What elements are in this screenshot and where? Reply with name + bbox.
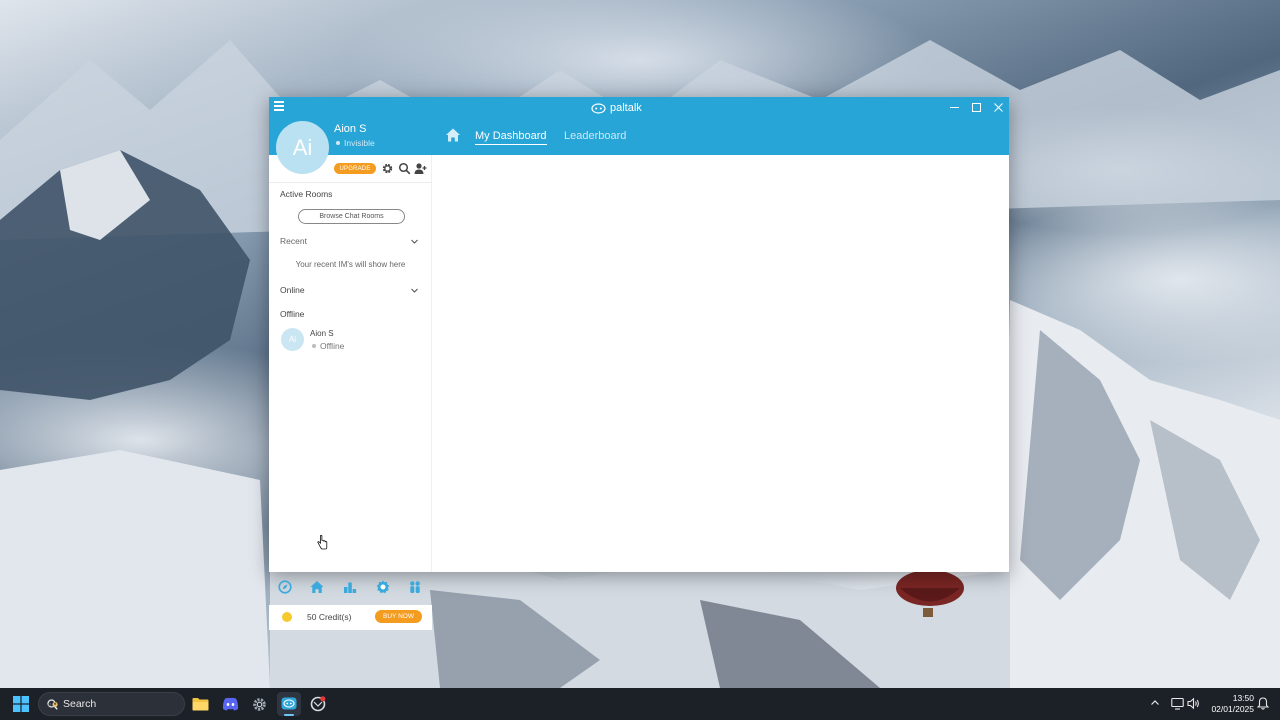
gear-icon[interactable] <box>381 162 394 175</box>
leaderboard-icon[interactable] <box>343 580 357 594</box>
user-status-label: Invisible <box>344 138 375 148</box>
hamburger-menu-icon[interactable] <box>274 101 284 111</box>
recent-section-title[interactable]: Recent <box>280 236 307 246</box>
paltalk-icon <box>281 697 297 710</box>
credits-bar: 50 Credit(s) BUY NOW <box>269 605 432 630</box>
upgrade-button[interactable]: UPGRADE <box>334 163 376 174</box>
chevron-down-icon[interactable] <box>410 286 419 295</box>
sidebar: UPGRADE Active Rooms Browse Chat Rooms R… <box>269 155 432 630</box>
dashboard-content-area <box>432 155 1009 572</box>
discord-button[interactable] <box>218 692 242 716</box>
contact-status-label: Offline <box>320 341 345 351</box>
minimize-button[interactable] <box>944 99 964 115</box>
home-icon[interactable] <box>310 580 324 594</box>
chevron-up-icon[interactable] <box>1150 698 1160 708</box>
title-bar: paltalk Ai Aion S Invisible My Dashboard… <box>269 97 1009 174</box>
tab-leaderboard[interactable]: Leaderboard <box>564 130 626 142</box>
clock-time: 13:50 <box>1232 693 1254 703</box>
volume-icon[interactable] <box>1187 697 1200 710</box>
taskbar-clock[interactable]: 13:50 02/01/2025 <box>1206 693 1254 715</box>
mouse-cursor-icon <box>317 535 328 550</box>
tab-my-dashboard[interactable]: My Dashboard <box>475 130 547 145</box>
user-avatar[interactable]: Ai <box>276 121 329 174</box>
active-rooms-title: Active Rooms <box>280 189 333 199</box>
file-explorer-button[interactable] <box>188 692 212 716</box>
browse-chat-rooms-button[interactable]: Browse Chat Rooms <box>298 209 405 224</box>
badge-icon[interactable] <box>376 580 390 594</box>
status-dot-icon <box>312 344 316 348</box>
notification-bell-icon[interactable] <box>1257 697 1269 710</box>
search-icon[interactable] <box>398 162 411 175</box>
windows-start-icon[interactable] <box>13 696 29 712</box>
app-logo: paltalk <box>591 102 642 114</box>
search-highlight-icon <box>47 701 58 708</box>
paltalk-window: paltalk Ai Aion S Invisible My Dashboard… <box>269 97 1009 630</box>
browser-button[interactable] <box>306 692 330 716</box>
network-icon[interactable] <box>1171 697 1184 710</box>
contact-status: Offline <box>312 341 344 351</box>
status-dot-icon <box>336 141 340 145</box>
user-status[interactable]: Invisible <box>336 138 375 148</box>
paltalk-logo-icon <box>591 102 606 114</box>
bottom-nav <box>269 573 432 597</box>
contact-avatar: Ai <box>281 328 304 351</box>
taskbar: Search 13:50 02/01/2025 <box>0 688 1280 720</box>
maximize-icon <box>971 102 981 112</box>
compass-icon[interactable] <box>278 580 292 594</box>
user-name: Aion S <box>334 123 367 135</box>
sidebar-divider <box>269 182 432 183</box>
coin-icon <box>282 612 292 622</box>
credits-count: 50 Credit(s) <box>307 612 352 622</box>
maximize-button[interactable] <box>966 99 986 115</box>
home-icon[interactable] <box>445 127 461 143</box>
taskbar-search-placeholder: Search <box>63 698 97 710</box>
paltalk-taskbar-button[interactable] <box>277 692 301 716</box>
close-icon <box>993 102 1003 112</box>
contact-name: Aion S <box>310 329 334 338</box>
recent-empty-message: Your recent IM's will show here <box>295 260 406 269</box>
browser-icon <box>310 696 326 712</box>
online-section-title[interactable]: Online <box>280 285 305 295</box>
settings-button[interactable] <box>247 692 271 716</box>
minimize-icon <box>949 106 959 108</box>
close-button[interactable] <box>988 99 1008 115</box>
add-user-icon[interactable] <box>414 162 427 175</box>
contact-list-item[interactable]: Ai Aion S Offline <box>281 328 421 352</box>
people-icon[interactable] <box>408 580 422 594</box>
buy-now-button[interactable]: BUY NOW <box>375 610 422 623</box>
file-explorer-icon <box>192 698 208 711</box>
taskbar-search-box[interactable]: Search <box>38 692 185 716</box>
settings-icon <box>252 697 266 711</box>
chevron-down-icon[interactable] <box>410 237 419 246</box>
app-title: paltalk <box>610 102 642 114</box>
clock-date: 02/01/2025 <box>1211 704 1254 714</box>
offline-section-title: Offline <box>280 309 305 319</box>
discord-icon <box>222 697 238 711</box>
